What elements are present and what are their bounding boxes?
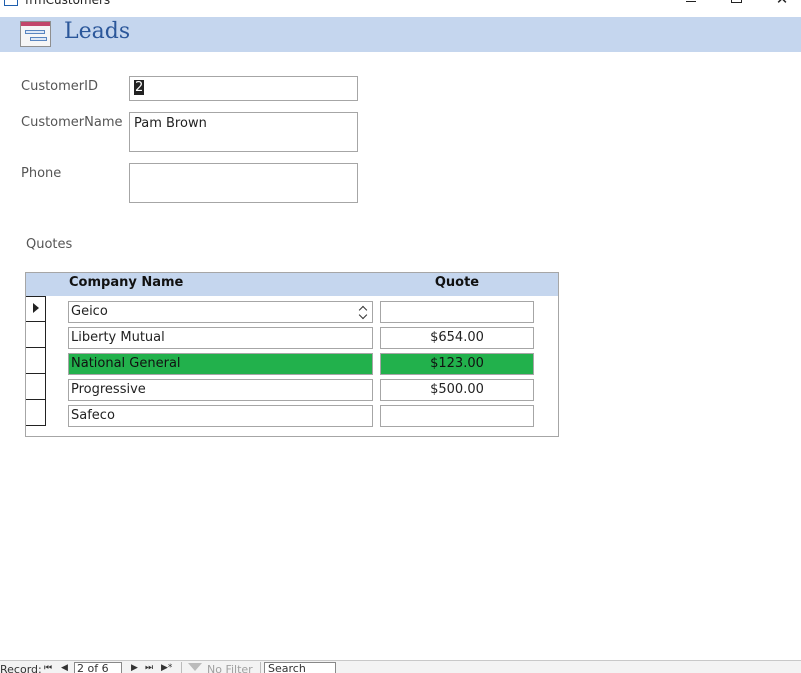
customer-name-value: Pam Brown <box>134 116 207 131</box>
window-title: frmCustomers <box>25 0 111 7</box>
quote-field[interactable] <box>380 405 534 427</box>
quotes-label: Quotes <box>26 237 73 252</box>
column-header-company: Company Name <box>69 275 184 290</box>
quotes-subform: Company Name Quote Geico Liberty Mutual … <box>25 272 559 437</box>
nav-separator <box>181 662 182 673</box>
phone-field[interactable] <box>129 163 358 203</box>
company-value: Geico <box>71 304 108 319</box>
customer-id-label: CustomerID <box>21 79 98 94</box>
form-title: Leads <box>64 19 131 44</box>
record-label: Record: <box>0 663 42 673</box>
record-position-input[interactable]: 2 of 6 <box>74 662 122 673</box>
previous-record-button[interactable]: ◀ <box>61 663 68 673</box>
nav-separator <box>260 662 261 673</box>
subform-header: Company Name Quote <box>26 273 558 296</box>
company-combo[interactable]: Liberty Mutual <box>68 327 373 349</box>
maximize-button[interactable] <box>727 0 747 8</box>
filter-toggle[interactable]: No Filter <box>207 663 253 673</box>
quote-field[interactable]: $654.00 <box>380 327 534 349</box>
company-combo[interactable]: Geico <box>68 301 373 323</box>
first-record-button[interactable]: ⏮ <box>44 663 52 673</box>
record-navigation-bar: Record: ⏮ ◀ 2 of 6 ▶ ⏭ ▶* No Filter Sear… <box>0 660 801 673</box>
company-combo[interactable]: National General <box>68 353 373 375</box>
record-selector[interactable] <box>26 400 46 426</box>
last-record-button[interactable]: ⏭ <box>145 663 153 673</box>
company-combo[interactable]: Progressive <box>68 379 373 401</box>
customer-name-label: CustomerName <box>21 115 123 130</box>
form-icon <box>20 21 51 47</box>
phone-label: Phone <box>21 166 62 181</box>
record-selector[interactable] <box>26 322 46 348</box>
form-window-icon <box>4 0 18 6</box>
customer-id-value: 2 <box>134 80 145 95</box>
combo-dropdown-icon[interactable] <box>358 303 369 321</box>
quote-field[interactable]: $123.00 <box>380 353 534 375</box>
record-selector[interactable] <box>26 296 46 322</box>
form-header: Leads <box>0 17 801 52</box>
company-combo[interactable]: Safeco <box>68 405 373 427</box>
current-record-arrow-icon <box>33 303 39 313</box>
filter-icon <box>188 663 202 671</box>
quote-field[interactable] <box>380 301 534 323</box>
window-titlebar: frmCustomers ✕ <box>0 0 801 17</box>
record-selector[interactable] <box>26 348 46 374</box>
minimize-button[interactable] <box>682 0 702 8</box>
customer-id-field[interactable]: 2 <box>129 76 358 101</box>
new-record-button[interactable]: ▶* <box>161 663 172 673</box>
next-record-button[interactable]: ▶ <box>131 663 138 673</box>
customer-name-field[interactable]: Pam Brown <box>129 112 358 152</box>
close-button[interactable]: ✕ <box>772 0 792 8</box>
quote-field[interactable]: $500.00 <box>380 379 534 401</box>
record-selector[interactable] <box>26 374 46 400</box>
search-input[interactable]: Search <box>264 662 336 673</box>
column-header-quote: Quote <box>434 275 480 290</box>
